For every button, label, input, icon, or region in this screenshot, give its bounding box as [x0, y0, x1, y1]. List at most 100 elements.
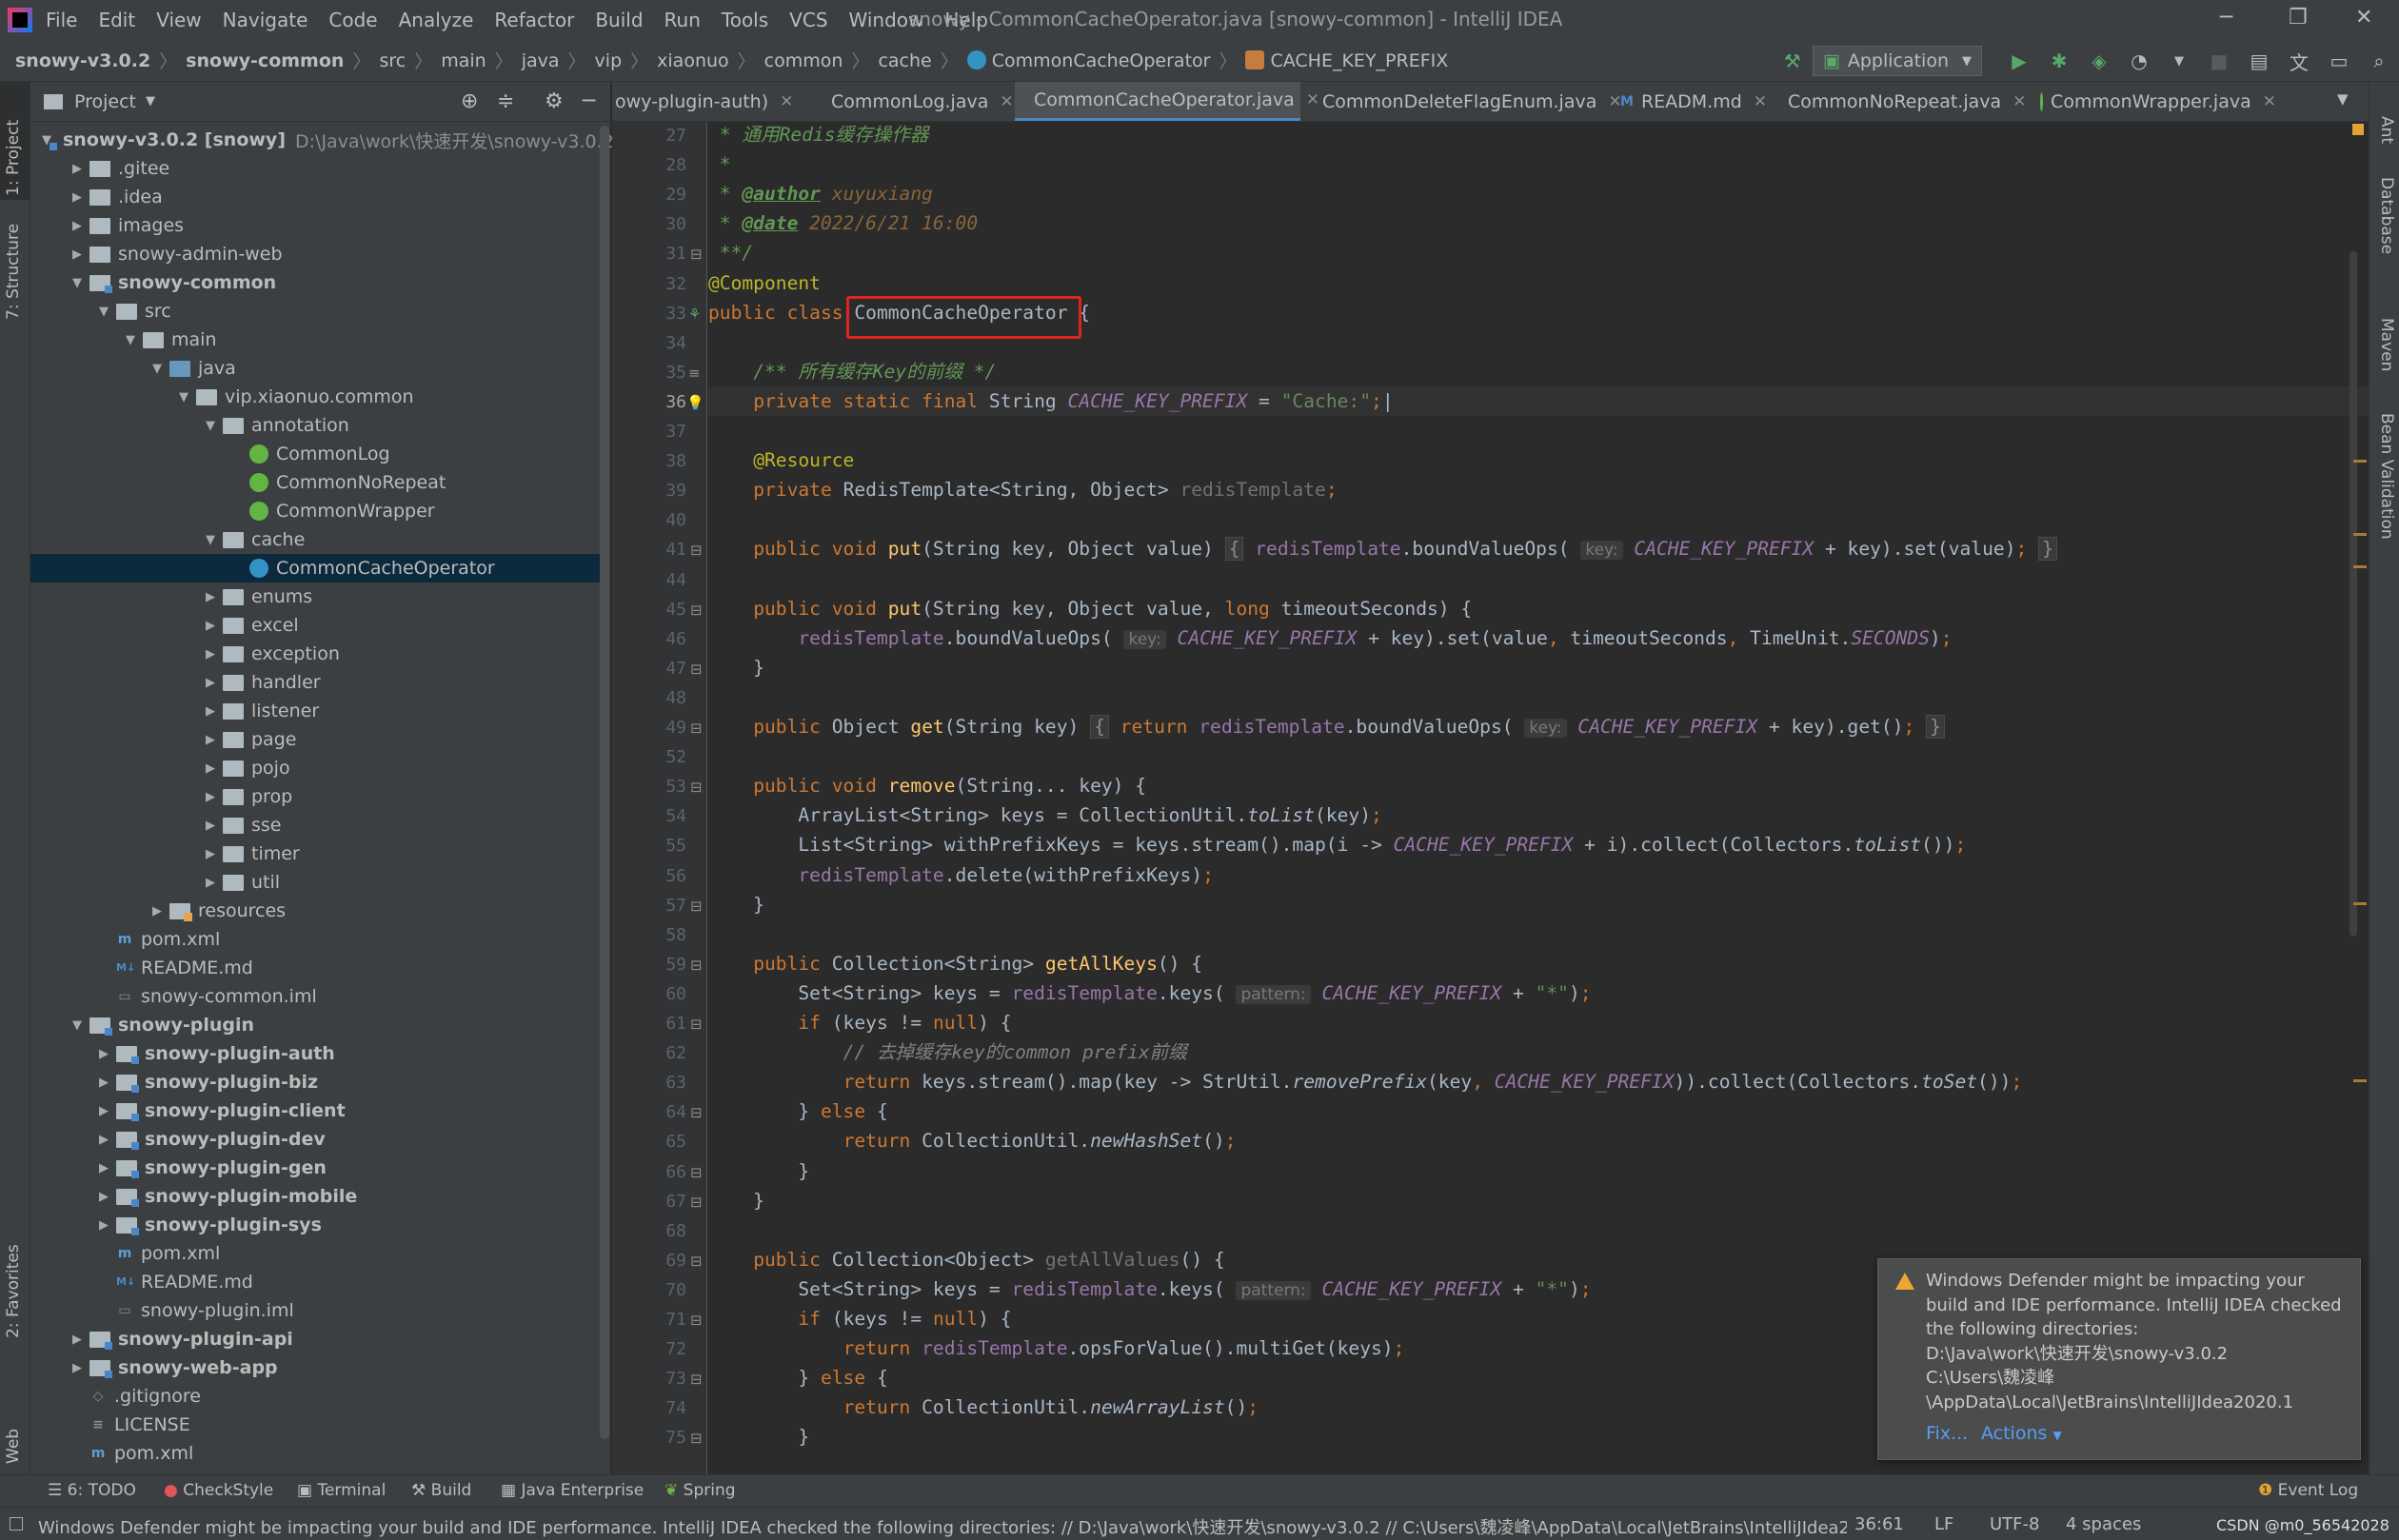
tree-node[interactable]: ▭ snowy-plugin.iml: [30, 1296, 609, 1325]
breadcrumb-item[interactable]: CommonCacheOperator: [966, 49, 1210, 71]
tree-node[interactable]: ▶ snowy-plugin-dev: [30, 1125, 609, 1154]
code-line[interactable]: if (keys != null) {: [708, 1008, 2369, 1037]
editor-scrollbar[interactable]: [2349, 251, 2357, 937]
close-icon[interactable]: ✕: [2012, 92, 2026, 111]
expand-right-icon[interactable]: ▶: [202, 761, 219, 776]
expand-right-icon[interactable]: ▶: [95, 1076, 112, 1090]
tree-node[interactable]: ▭ snowy-common.iml: [30, 982, 609, 1011]
fold-end-icon[interactable]: ⊟: [690, 1194, 703, 1211]
tree-node[interactable]: ▶ snowy-web-app: [30, 1353, 609, 1382]
menu-vcs[interactable]: VCS: [789, 9, 827, 31]
tree-node[interactable]: ▶ exception: [30, 640, 609, 668]
expand-down-icon[interactable]: ▼: [69, 1018, 86, 1033]
fold-icon[interactable]: ⊟: [690, 542, 703, 559]
menu-tools[interactable]: Tools: [722, 9, 768, 31]
search-icon[interactable]: ⌕: [2367, 49, 2391, 73]
intention-bulb-icon[interactable]: 💡: [686, 394, 704, 411]
breadcrumb-item[interactable]: src: [379, 50, 406, 71]
tree-node[interactable]: ▶ snowy-plugin-gen: [30, 1154, 609, 1182]
hide-panel-icon[interactable]: ─: [583, 89, 595, 113]
code-line[interactable]: [708, 1215, 2369, 1245]
gear-icon[interactable]: ⚙: [545, 89, 564, 113]
code-line[interactable]: public void remove(String... key) {: [708, 771, 2369, 800]
breadcrumb-item[interactable]: main: [441, 50, 486, 71]
fold-end-icon[interactable]: ⊟: [690, 246, 703, 263]
expand-right-icon[interactable]: ▶: [202, 590, 219, 604]
expand-right-icon[interactable]: ▶: [202, 647, 219, 661]
tree-node[interactable]: ◇ .gitignore: [30, 1382, 609, 1411]
code-line[interactable]: }: [708, 890, 2369, 919]
fold-icon[interactable]: ⊟: [690, 1016, 703, 1033]
collapse-all-icon[interactable]: ≑: [497, 89, 514, 113]
expand-right-icon[interactable]: ▶: [69, 247, 86, 262]
code-line[interactable]: ArrayList<String> keys = CollectionUtil.…: [708, 800, 2369, 830]
expand-down-icon[interactable]: ▼: [122, 333, 139, 347]
menu-build[interactable]: Build: [595, 9, 643, 31]
tree-node[interactable]: M↓ README.md: [30, 1268, 609, 1296]
code-line[interactable]: * @date 2022/6/21 16:00: [708, 208, 2369, 238]
code-line[interactable]: return keys.stream().map(key -> StrUtil.…: [708, 1067, 2369, 1096]
expand-right-icon[interactable]: ▶: [202, 704, 219, 719]
status-toggle-icon[interactable]: [10, 1517, 23, 1530]
tree-node[interactable]: ▶ snowy-plugin-client: [30, 1096, 609, 1125]
coverage-icon[interactable]: ◈: [2087, 49, 2112, 73]
project-panel-title[interactable]: Project: [74, 91, 136, 112]
tree-node[interactable]: M↓ README.md: [30, 954, 609, 982]
menu-file[interactable]: File: [46, 9, 77, 31]
tree-node[interactable]: ▼ vip.xiaonuo.common: [30, 383, 609, 411]
expand-down-icon[interactable]: ▼: [202, 533, 219, 547]
tree-node[interactable]: CommonCacheOperator: [30, 554, 609, 582]
minimize-icon[interactable]: ─: [2220, 6, 2232, 30]
code-line[interactable]: redisTemplate.boundValueOps( key: CACHE_…: [708, 623, 2369, 653]
code-line[interactable]: private static final String CACHE_KEY_PR…: [708, 385, 2369, 416]
tree-node[interactable]: CommonWrapper: [30, 497, 609, 525]
expand-down-icon[interactable]: ▼: [149, 362, 166, 376]
code-line[interactable]: Set<String> keys = redisTemplate.keys( p…: [708, 978, 2369, 1008]
code-line[interactable]: // 去掉缓存key的common prefix前缀: [708, 1037, 2369, 1067]
expand-right-icon[interactable]: ▶: [95, 1047, 112, 1061]
expand-right-icon[interactable]: ▶: [202, 619, 219, 633]
code-line[interactable]: redisTemplate.delete(withPrefixKeys);: [708, 860, 2369, 890]
expand-right-icon[interactable]: ▶: [69, 1333, 86, 1347]
menu-navigate[interactable]: Navigate: [223, 9, 308, 31]
run-configuration-select[interactable]: ▣ Application ▼: [1812, 46, 1982, 76]
tab-readme[interactable]: M READM.md ✕: [1615, 82, 1767, 121]
code-line[interactable]: * 通用Redis缓存操作器: [708, 122, 2369, 149]
tree-node[interactable]: ▶ sse: [30, 811, 609, 839]
java-enterprise-tool-button[interactable]: ▦ Java Enterprise: [501, 1481, 644, 1500]
favorites-tool-tab[interactable]: 2: Favorites: [4, 1244, 23, 1338]
tree-node[interactable]: m pom.xml: [30, 1439, 609, 1468]
fold-icon[interactable]: ⊟: [690, 1104, 703, 1121]
code-line[interactable]: *: [708, 149, 2369, 179]
tree-node[interactable]: ▶ resources: [30, 897, 609, 925]
expand-right-icon[interactable]: ▶: [202, 676, 219, 690]
code-line[interactable]: }: [708, 1186, 2369, 1215]
tree-node[interactable]: ▼ snowy-common: [30, 268, 609, 297]
breadcrumb-item[interactable]: CACHE_KEY_PREFIX: [1245, 49, 1448, 71]
fold-icon[interactable]: ⊟: [690, 1312, 703, 1329]
tree-node[interactable]: ▶ snowy-plugin-biz: [30, 1068, 609, 1096]
expand-right-icon[interactable]: ▶: [69, 190, 86, 205]
code-line[interactable]: @Resource: [708, 445, 2369, 475]
expand-right-icon[interactable]: ▶: [95, 1133, 112, 1147]
code-line[interactable]: [708, 741, 2369, 771]
tab-list-chevron-icon[interactable]: ▼: [2337, 90, 2349, 108]
tab-auth-partial[interactable]: owy-plugin-auth) ✕: [612, 82, 807, 121]
project-structure-icon[interactable]: ▤: [2247, 49, 2271, 73]
breadcrumb-item[interactable]: snowy-common: [186, 50, 344, 71]
stop-icon[interactable]: ■: [2207, 49, 2231, 73]
tree-node[interactable]: ▶ snowy-admin-web: [30, 240, 609, 268]
menu-refactor[interactable]: Refactor: [494, 9, 574, 31]
menu-edit[interactable]: Edit: [98, 9, 135, 31]
expand-right-icon[interactable]: ▶: [202, 733, 219, 747]
tab-commoncacheoperator[interactable]: CommonCacheOperator.java ✕: [1015, 82, 1319, 121]
presentation-icon[interactable]: ▭: [2327, 49, 2351, 73]
build-tool-button[interactable]: ⚒ Build: [411, 1481, 471, 1500]
code-line[interactable]: return CollectionUtil.newHashSet();: [708, 1126, 2369, 1155]
tree-node[interactable]: CommonNoRepeat: [30, 468, 609, 497]
event-log-button[interactable]: ❶ Event Log: [2258, 1481, 2358, 1500]
code-line[interactable]: [708, 682, 2369, 712]
code-line[interactable]: public Collection<String> getAllKeys() {: [708, 949, 2369, 978]
run-icon[interactable]: ▶: [2007, 49, 2032, 73]
menu-code[interactable]: Code: [328, 9, 377, 31]
